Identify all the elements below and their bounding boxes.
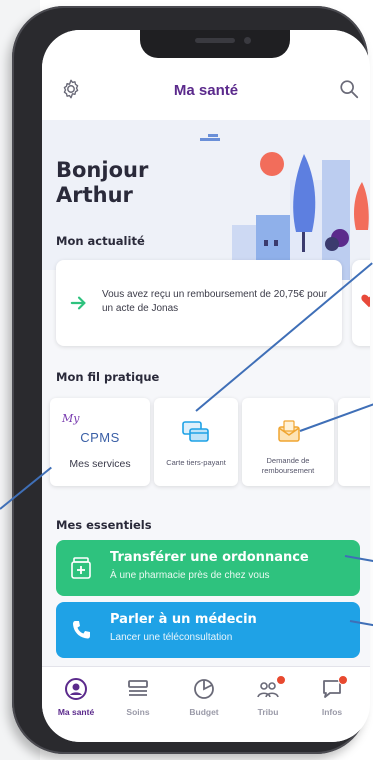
pie-chart-icon [194,679,214,699]
nav-label-tribu: Tribu [257,707,279,717]
talk-to-doctor-button[interactable]: Parler à un médecin Lancer une téléconsu… [56,602,360,658]
nav-item-soins[interactable]: Soins [108,677,168,727]
envelope-icon [278,420,300,442]
tile-label-mes-services: Mes services [69,458,131,470]
greeting: Bonjour Arthur [56,158,148,208]
notification-badge [338,675,348,685]
tile-demande-remboursement[interactable]: Demande de remboursement [242,398,334,486]
notch-speaker [195,38,235,43]
phone-icon [73,621,90,639]
brand-logo: CPMS [80,430,120,445]
news-card[interactable]: Vous avez reçu un remboursement de 20,75… [56,260,342,346]
phone-frame: Ma santé Bonjour Arthur Mon actualité Vo… [12,6,370,754]
section-title-essentials: Mes essentiels [56,518,152,532]
phone-notch [140,30,290,58]
heart-icon [361,294,370,308]
cta-title-transfer: Transférer une ordonnance [110,550,309,565]
search-icon[interactable] [338,78,360,100]
tile-label-demande-remboursement: Demande de remboursement [261,456,315,475]
stethoscope-tray-icon [128,680,148,696]
news-card-text: Vous avez reçu un remboursement de 20,75… [102,289,328,314]
nav-item-ma-sante[interactable]: Ma santé [46,677,106,727]
transfer-prescription-button[interactable]: Transférer une ordonnance À une pharmaci… [56,540,360,596]
nav-label-infos: Infos [321,707,343,717]
city-illustration [200,134,369,280]
section-title-news: Mon actualité [56,234,145,248]
card-icon [182,421,209,442]
nav-label-budget: Budget [189,707,219,717]
greeting-line-2: Arthur [56,183,133,207]
cta-title-doctor: Parler à un médecin [110,612,257,627]
phone-screen: Ma santé Bonjour Arthur Mon actualité Vo… [42,30,370,742]
cta-subtitle-doctor: Lancer une téléconsultation [110,632,233,643]
nav-item-tribu[interactable]: Tribu [238,675,298,727]
nav-label-ma-sante: Ma santé [57,707,95,717]
section-title-practical: Mon fil pratique [56,370,160,384]
prescription-icon [71,557,91,579]
user-circle-icon [65,678,87,700]
bottom-nav: Ma santé Soins Budget Tribu Infos [42,666,370,742]
cta-subtitle-transfer: À une pharmacie près de chez vous [110,570,270,581]
tile-mes-services[interactable]: My CPMS Mes services [50,398,150,486]
notification-badge [276,675,286,685]
nav-item-budget[interactable]: Budget [174,677,234,727]
nav-label-soins: Soins [126,707,150,717]
brand-my: My [62,412,80,425]
arrow-right-icon [70,296,86,310]
notch-camera [244,37,251,44]
tile-label-carte-tiers-payant: Carte tiers-payant [166,458,226,467]
greeting-line-1: Bonjour [56,158,149,182]
nav-item-infos[interactable]: Infos [302,675,362,727]
page-title: Ma santé [173,82,239,99]
